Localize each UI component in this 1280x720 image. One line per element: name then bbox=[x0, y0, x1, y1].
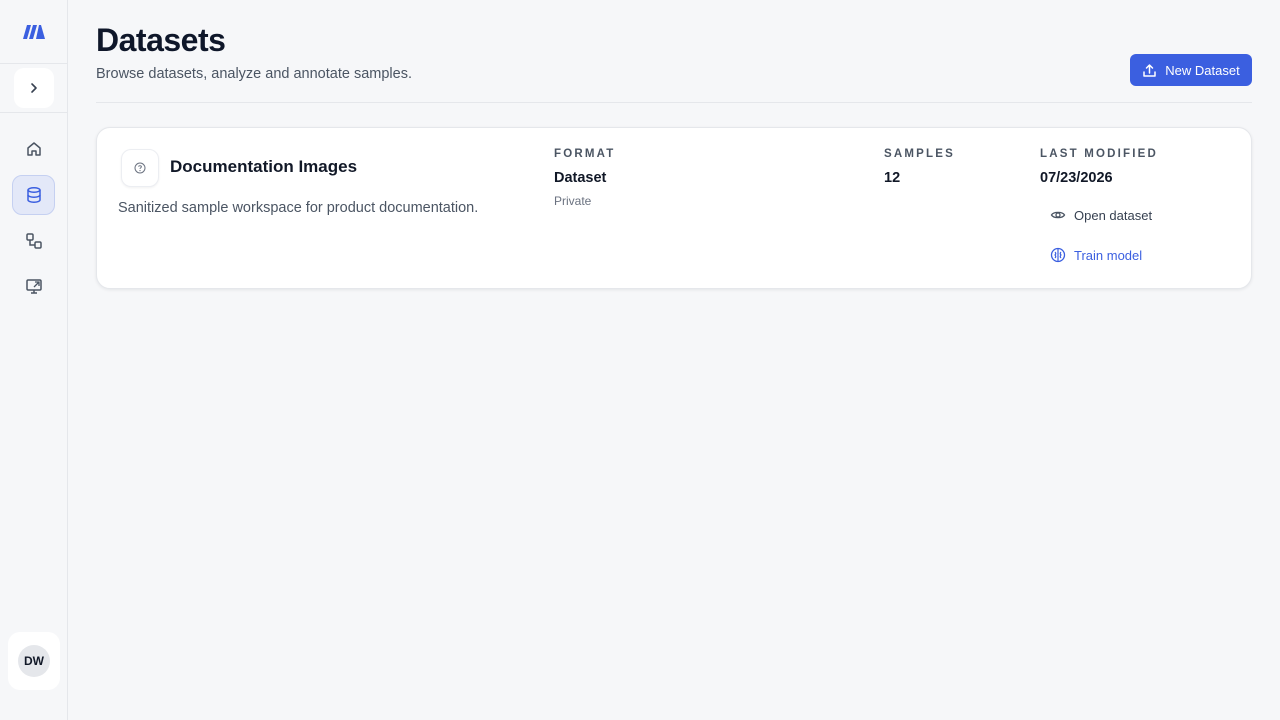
sidebar-item-workflows[interactable] bbox=[12, 221, 55, 261]
user-menu: DW bbox=[8, 632, 60, 690]
header-divider bbox=[96, 102, 1252, 103]
page-title: Datasets bbox=[96, 22, 226, 58]
new-dataset-button[interactable]: New Dataset bbox=[1130, 54, 1252, 86]
brain-icon bbox=[1050, 247, 1066, 263]
sidebar-item-deploy[interactable] bbox=[12, 266, 55, 306]
samples-label: SAMPLES bbox=[884, 148, 955, 160]
format-label: FORMAT bbox=[554, 148, 616, 160]
samples-value: 12 bbox=[884, 170, 901, 186]
eye-icon bbox=[1050, 211, 1066, 219]
expand-sidebar-button[interactable] bbox=[14, 68, 54, 108]
monitor-icon bbox=[25, 279, 42, 294]
app-logo[interactable] bbox=[0, 0, 67, 64]
train-model-link[interactable]: Train model bbox=[1050, 247, 1142, 263]
train-model-label: Train model bbox=[1074, 247, 1143, 263]
logo-icon bbox=[22, 24, 45, 39]
visibility-value: Private bbox=[554, 194, 592, 208]
page-subtitle: Browse datasets, analyze and annotate sa… bbox=[96, 66, 412, 82]
new-dataset-label: New Dataset bbox=[1165, 62, 1240, 78]
home-icon bbox=[26, 142, 41, 156]
chevron-right-icon bbox=[31, 83, 37, 93]
sidebar-item-home[interactable] bbox=[12, 129, 55, 169]
workflow-icon bbox=[25, 233, 42, 249]
open-dataset-link[interactable]: Open dataset bbox=[1050, 207, 1152, 223]
dataset-card[interactable]: Documentation Images Sanitized sample wo… bbox=[96, 127, 1252, 289]
dataset-type-icon bbox=[121, 149, 159, 187]
sidebar: DW bbox=[0, 0, 68, 720]
upload-icon bbox=[1143, 63, 1157, 77]
database-icon bbox=[26, 187, 41, 203]
last-modified-label: LAST MODIFIED bbox=[1040, 148, 1159, 160]
sidebar-divider bbox=[0, 112, 67, 113]
dataset-description: Sanitized sample workspace for product d… bbox=[118, 200, 479, 216]
sidebar-item-datasets[interactable] bbox=[12, 175, 55, 215]
last-modified-value: 07/23/2026 bbox=[1040, 170, 1113, 186]
open-dataset-label: Open dataset bbox=[1074, 207, 1153, 223]
format-value: Dataset bbox=[554, 170, 607, 186]
app-root: DW Datasets Browse datasets, analyze and… bbox=[0, 0, 1280, 720]
dataset-name[interactable]: Documentation Images bbox=[170, 157, 357, 177]
avatar[interactable]: DW bbox=[18, 645, 50, 677]
help-circle-icon bbox=[134, 162, 146, 174]
